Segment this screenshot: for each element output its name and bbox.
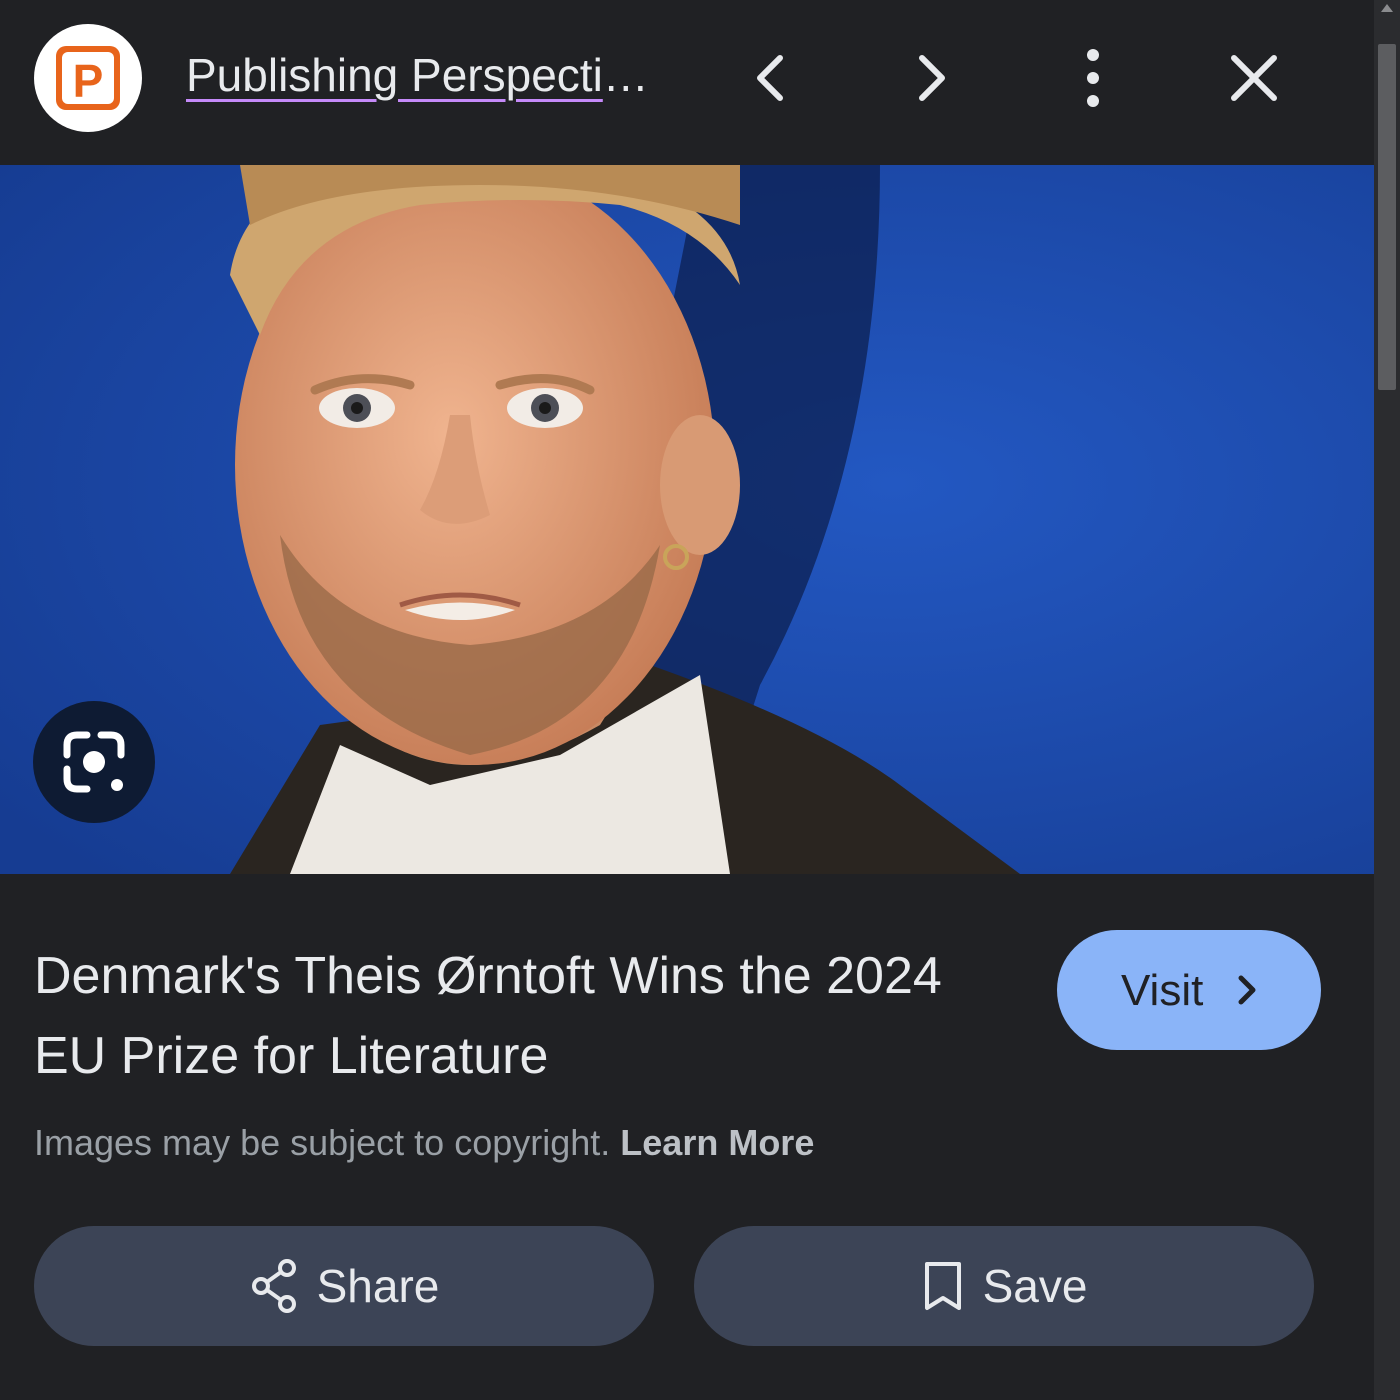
more-vert-icon <box>1087 49 1099 107</box>
visit-label: Visit <box>1121 966 1204 1015</box>
visit-button[interactable]: Visit <box>1057 930 1321 1050</box>
share-button[interactable]: Share <box>34 1226 654 1346</box>
bookmark-icon <box>924 1262 961 1310</box>
scrollbar-thumb[interactable] <box>1378 44 1396 390</box>
close-button[interactable] <box>1214 38 1294 118</box>
share-icon <box>251 1259 296 1313</box>
chevron-right-icon <box>919 55 945 101</box>
source-logo[interactable]: P <box>34 24 142 132</box>
logo-letter: P <box>73 55 104 107</box>
scroll-up-icon[interactable] <box>1381 4 1393 12</box>
chevron-left-icon <box>757 55 783 101</box>
viewer-header: P Publishing Perspectives <box>0 0 1374 165</box>
share-label: Share <box>316 1260 440 1312</box>
previous-button[interactable] <box>730 38 810 118</box>
copyright-notice: Images may be subject to copyright. Lear… <box>34 1122 814 1164</box>
preview-image[interactable] <box>0 165 1374 874</box>
image-viewer-panel: P Publishing Perspectives Denmark's Thei… <box>0 0 1374 1400</box>
next-button[interactable] <box>892 38 972 118</box>
google-lens-button[interactable] <box>33 701 155 823</box>
source-title-link[interactable]: Publishing Perspectives <box>186 48 666 102</box>
google-lens-icon <box>63 731 125 793</box>
portrait-photo <box>0 165 1374 874</box>
learn-more-link[interactable]: Learn More <box>620 1122 814 1163</box>
chevron-right-icon <box>1238 975 1256 1005</box>
save-button[interactable]: Save <box>694 1226 1314 1346</box>
publisher-logo-icon: P <box>56 46 120 110</box>
save-label: Save <box>982 1260 1088 1312</box>
article-title: Denmark's Theis Ørntoft Wins the 2024 EU… <box>34 947 942 1085</box>
more-options-button[interactable] <box>1053 38 1133 118</box>
copyright-text: Images may be subject to copyright. <box>34 1122 611 1163</box>
scrollbar[interactable] <box>1374 0 1400 1400</box>
close-icon <box>1231 55 1277 101</box>
